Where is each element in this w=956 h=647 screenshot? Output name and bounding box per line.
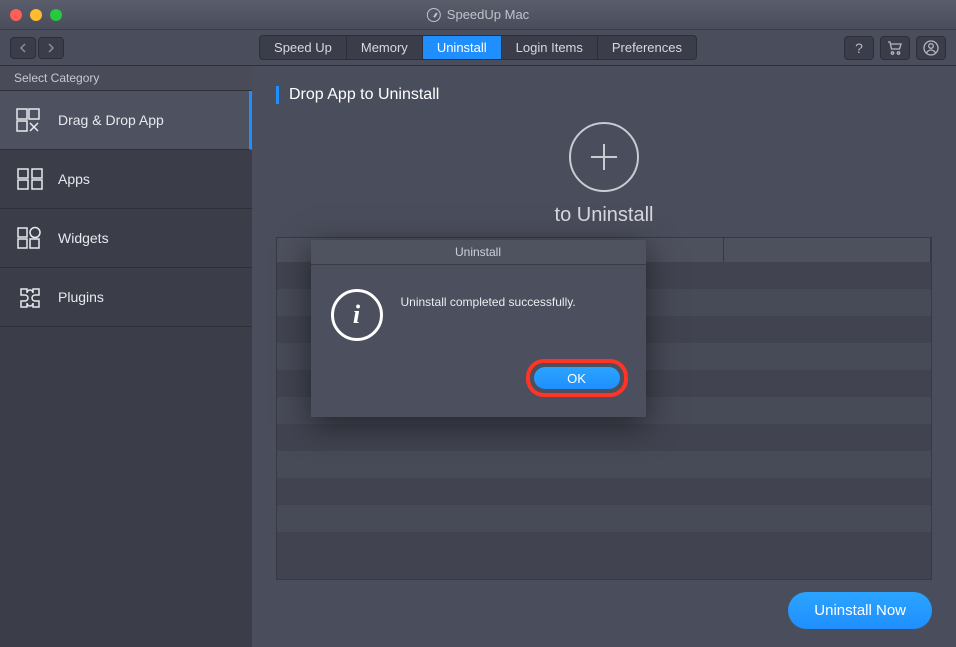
modal-overlay: Uninstall i Uninstall completed successf…	[0, 0, 956, 647]
info-icon: i	[331, 289, 383, 341]
dialog-footer: OK	[311, 359, 646, 417]
dialog-title: Uninstall	[311, 240, 646, 265]
ok-button[interactable]: OK	[534, 367, 620, 389]
uninstall-dialog: Uninstall i Uninstall completed successf…	[311, 240, 646, 417]
ok-highlight: OK	[526, 359, 628, 397]
dialog-body: i Uninstall completed successfully.	[311, 265, 646, 359]
dialog-message: Uninstall completed successfully.	[401, 289, 576, 309]
